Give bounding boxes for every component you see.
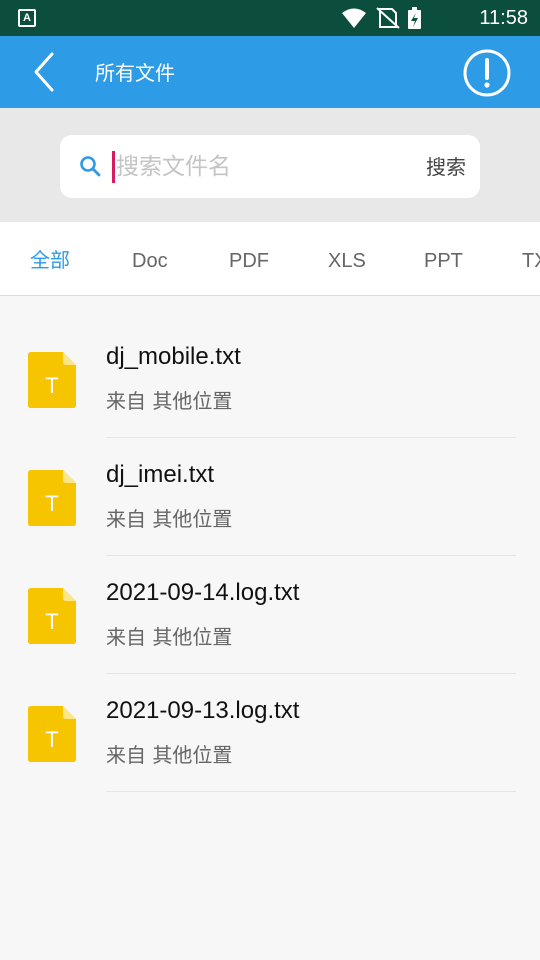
- search-icon: [80, 156, 101, 177]
- back-button[interactable]: [20, 48, 68, 96]
- chevron-left-icon: [34, 52, 54, 92]
- text-file-icon: T: [28, 352, 76, 408]
- file-item[interactable]: T 2021-09-13.log.txt 来自 其他位置: [0, 651, 540, 792]
- svg-text:T: T: [45, 491, 58, 516]
- svg-text:T: T: [45, 609, 58, 634]
- tab-txt[interactable]: TXT: [522, 222, 540, 295]
- info-circle-icon: [463, 49, 511, 97]
- status-bar: A 11:58: [0, 0, 540, 36]
- file-name: 2021-09-14.log.txt: [106, 579, 300, 606]
- text-file-icon: T: [28, 706, 76, 762]
- file-item[interactable]: T dj_mobile.txt 来自 其他位置: [0, 297, 540, 438]
- page-title: 所有文件: [95, 61, 175, 85]
- file-item[interactable]: T dj_imei.txt 来自 其他位置: [0, 415, 540, 556]
- status-icons: [342, 7, 421, 29]
- wifi-icon: [342, 8, 366, 28]
- app-notification-icon: A: [18, 9, 36, 27]
- file-name: dj_imei.txt: [106, 461, 215, 488]
- file-name: dj_mobile.txt: [106, 343, 241, 370]
- divider: [106, 791, 516, 792]
- svg-text:T: T: [45, 727, 58, 752]
- text-file-icon: T: [28, 588, 76, 644]
- no-sim-icon: [376, 7, 400, 29]
- tab-doc[interactable]: Doc: [132, 222, 168, 295]
- file-source: 来自 其他位置: [106, 743, 233, 767]
- battery-charging-icon: [408, 7, 421, 29]
- file-name: 2021-09-13.log.txt: [106, 697, 300, 724]
- file-source: 来自 其他位置: [106, 507, 233, 531]
- text-cursor: [112, 151, 115, 183]
- file-type-tabs: 全部 Doc PDF XLS PPT TXT: [0, 222, 540, 296]
- app-bar: 所有文件: [0, 36, 540, 108]
- search-box: 搜索: [60, 135, 480, 198]
- search-input[interactable]: [116, 147, 406, 187]
- search-button[interactable]: 搜索: [426, 135, 466, 198]
- file-source: 来自 其他位置: [106, 625, 233, 649]
- tab-pdf[interactable]: PDF: [229, 222, 269, 295]
- tab-xls[interactable]: XLS: [328, 222, 366, 295]
- status-time: 11:58: [479, 7, 528, 29]
- text-file-icon: T: [28, 470, 76, 526]
- search-area: 搜索: [0, 108, 540, 222]
- tab-ppt[interactable]: PPT: [424, 222, 463, 295]
- tab-all[interactable]: 全部: [30, 222, 70, 295]
- file-item[interactable]: T 2021-09-14.log.txt 来自 其他位置: [0, 533, 540, 674]
- svg-text:T: T: [45, 373, 58, 398]
- info-button[interactable]: [462, 48, 512, 98]
- file-source: 来自 其他位置: [106, 389, 233, 413]
